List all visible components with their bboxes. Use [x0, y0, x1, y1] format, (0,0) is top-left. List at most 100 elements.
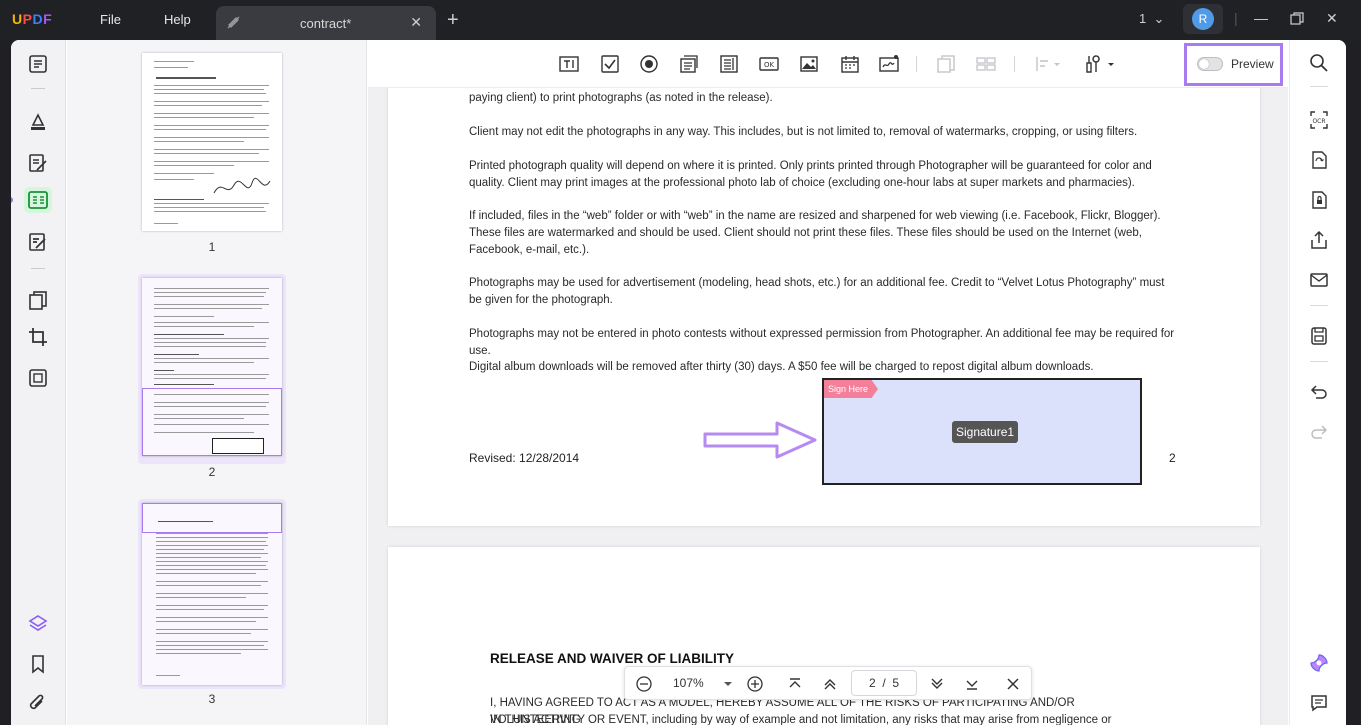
thumbnail-label-1: 1 — [208, 240, 216, 254]
align-dropdown-icon[interactable] — [1034, 54, 1062, 74]
edit-pdf-icon[interactable] — [27, 152, 49, 174]
zoom-level[interactable]: 107% — [673, 676, 704, 690]
dropdown-field-icon[interactable] — [679, 54, 699, 74]
undo-icon[interactable] — [1309, 383, 1329, 403]
ai-assistant-icon[interactable] — [1309, 653, 1329, 673]
close-navbar-icon[interactable] — [1004, 675, 1022, 693]
rail-divider — [1310, 305, 1328, 306]
close-window-icon[interactable]: ✕ — [1326, 10, 1338, 27]
next-page-icon[interactable] — [928, 675, 946, 693]
thumbnail-page-1[interactable] — [142, 53, 282, 231]
paragraph: Photographs may not be entered in photo … — [469, 328, 1175, 357]
main-frame: 1 2 3 paying client) to print photograph… — [11, 40, 1346, 725]
comment-icon[interactable] — [1309, 693, 1329, 713]
attachment-icon[interactable] — [27, 693, 49, 715]
page-number: 2 — [1169, 451, 1176, 465]
menu-help[interactable]: Help — [164, 12, 191, 27]
tab-close-icon[interactable]: ✕ — [410, 14, 422, 31]
first-page-icon[interactable] — [786, 675, 804, 693]
paragraph: paying client) to print photographs (as … — [469, 92, 773, 104]
signature-field[interactable]: Sign Here Signature1 — [822, 378, 1142, 485]
list-box-icon[interactable] — [719, 54, 739, 74]
title-bar: UPDF File Help contract* ✕ + 1 ⌄ R | — ✕ — [0, 0, 1361, 40]
thumbnail-label-2: 2 — [208, 465, 216, 479]
thumbnail-viewport-frame — [142, 503, 282, 533]
revised-date: Revised: 12/28/2014 — [469, 451, 580, 465]
signature-field-icon[interactable] — [879, 54, 899, 74]
button-field-icon[interactable]: OK — [759, 54, 779, 74]
search-icon[interactable] — [1309, 53, 1329, 73]
account-button[interactable]: R — [1183, 4, 1223, 34]
document-viewer: paying client) to print photographs (as … — [368, 40, 1288, 725]
redo-icon[interactable] — [1309, 423, 1329, 443]
paragraph: Printed photograph quality will depend o… — [469, 160, 1152, 189]
convert-pdf-icon[interactable] — [1309, 150, 1329, 170]
rail-divider — [1310, 86, 1328, 87]
radio-button-icon[interactable] — [639, 54, 659, 74]
reader-icon[interactable] — [27, 53, 49, 75]
pdf-page-2: paying client) to print photographs (as … — [388, 68, 1260, 526]
window-count[interactable]: 1 ⌄ — [1139, 11, 1164, 27]
paragraph-line: IN THIS ACTIVITY OR EVENT, including by … — [490, 714, 1112, 725]
zoom-in-icon[interactable] — [746, 675, 764, 693]
thumbnail-panel: 1 2 3 — [67, 40, 367, 725]
minimize-icon[interactable]: — — [1254, 10, 1268, 26]
rail-divider — [31, 88, 45, 89]
paragraph: Client may not edit the photographs in a… — [469, 126, 1138, 138]
toolbar-divider — [1014, 56, 1015, 72]
active-indicator-dot — [11, 197, 13, 203]
preview-toggle[interactable] — [1197, 57, 1223, 71]
page-tools-icon[interactable] — [27, 367, 49, 389]
paragraph: If included, files in the “web” folder o… — [469, 210, 1161, 256]
thumbnail-page-3[interactable] — [142, 503, 282, 685]
menu-file[interactable]: File — [100, 12, 121, 27]
protect-pdf-icon[interactable] — [1309, 190, 1329, 210]
crop-pages-icon[interactable] — [27, 326, 49, 348]
page-number-input[interactable]: 2 / 5 — [851, 670, 917, 696]
bookmark-icon[interactable] — [27, 653, 49, 675]
signature-scribble-image — [213, 177, 271, 194]
share-icon[interactable] — [1309, 230, 1329, 250]
fill-sign-icon[interactable] — [27, 231, 49, 253]
ocr-icon[interactable]: OCR — [1309, 110, 1329, 130]
arrow-annotation — [703, 421, 817, 459]
prepare-form-icon[interactable] — [27, 189, 49, 211]
restore-icon[interactable] — [1290, 12, 1304, 26]
page-heading: RELEASE AND WAIVER OF LIABILITY — [490, 651, 735, 666]
updf-logo[interactable]: UPDF — [12, 11, 52, 27]
zoom-out-icon[interactable] — [635, 675, 653, 693]
tab-title: contract* — [300, 16, 352, 31]
layers-icon[interactable] — [27, 613, 49, 635]
organize-pages-icon[interactable] — [27, 289, 49, 311]
paragraph: Photographs may be used for advertisemen… — [469, 277, 1165, 306]
zoom-dropdown-icon[interactable] — [719, 675, 737, 693]
image-field-icon[interactable] — [799, 54, 819, 74]
document-tab[interactable]: contract* ✕ — [216, 6, 436, 40]
last-page-icon[interactable] — [963, 675, 981, 693]
rail-divider — [31, 268, 45, 269]
signature-field-label: Signature1 — [952, 421, 1019, 443]
thumbnail-label-3: 3 — [208, 692, 216, 706]
svg-text:OCR: OCR — [1312, 118, 1325, 125]
left-tool-rail — [11, 40, 66, 725]
right-tool-rail: OCR — [1289, 40, 1346, 725]
arrange-fields-icon[interactable] — [976, 54, 996, 74]
duplicate-field-icon[interactable] — [936, 54, 956, 74]
previous-page-icon[interactable] — [821, 675, 839, 693]
preview-label: Preview — [1231, 57, 1274, 71]
highlighter-icon[interactable] — [27, 111, 49, 133]
svg-text:OK: OK — [764, 61, 775, 69]
avatar: R — [1192, 8, 1214, 30]
sign-here-tag: Sign Here — [824, 380, 879, 398]
thumbnail-signature-box — [212, 438, 264, 454]
checkbox-icon[interactable] — [600, 54, 620, 74]
paragraph: Digital album downloads will be removed … — [469, 361, 1094, 373]
save-icon[interactable] — [1309, 326, 1329, 346]
toolbar-divider — [916, 56, 917, 72]
email-icon[interactable] — [1309, 270, 1329, 290]
thumbnail-page-2[interactable] — [142, 278, 282, 456]
text-field-icon[interactable] — [559, 54, 579, 74]
new-tab-icon[interactable]: + — [447, 9, 459, 32]
date-field-icon[interactable] — [840, 54, 860, 74]
field-tools-dropdown-icon[interactable] — [1084, 54, 1114, 74]
